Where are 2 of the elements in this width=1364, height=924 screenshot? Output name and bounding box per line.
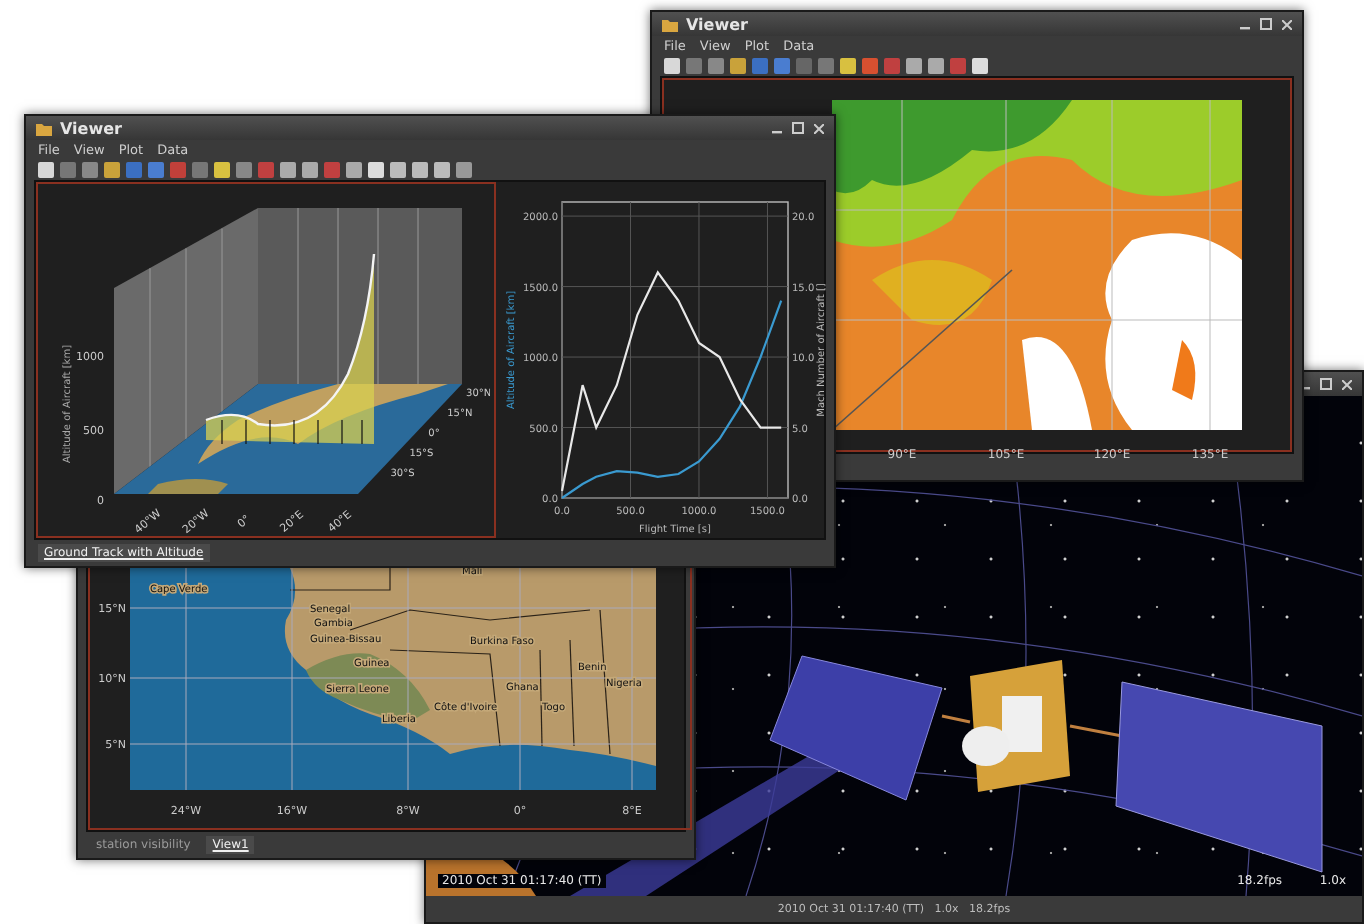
window-title: Viewer [686, 15, 748, 33]
window-title: Viewer [60, 119, 122, 137]
